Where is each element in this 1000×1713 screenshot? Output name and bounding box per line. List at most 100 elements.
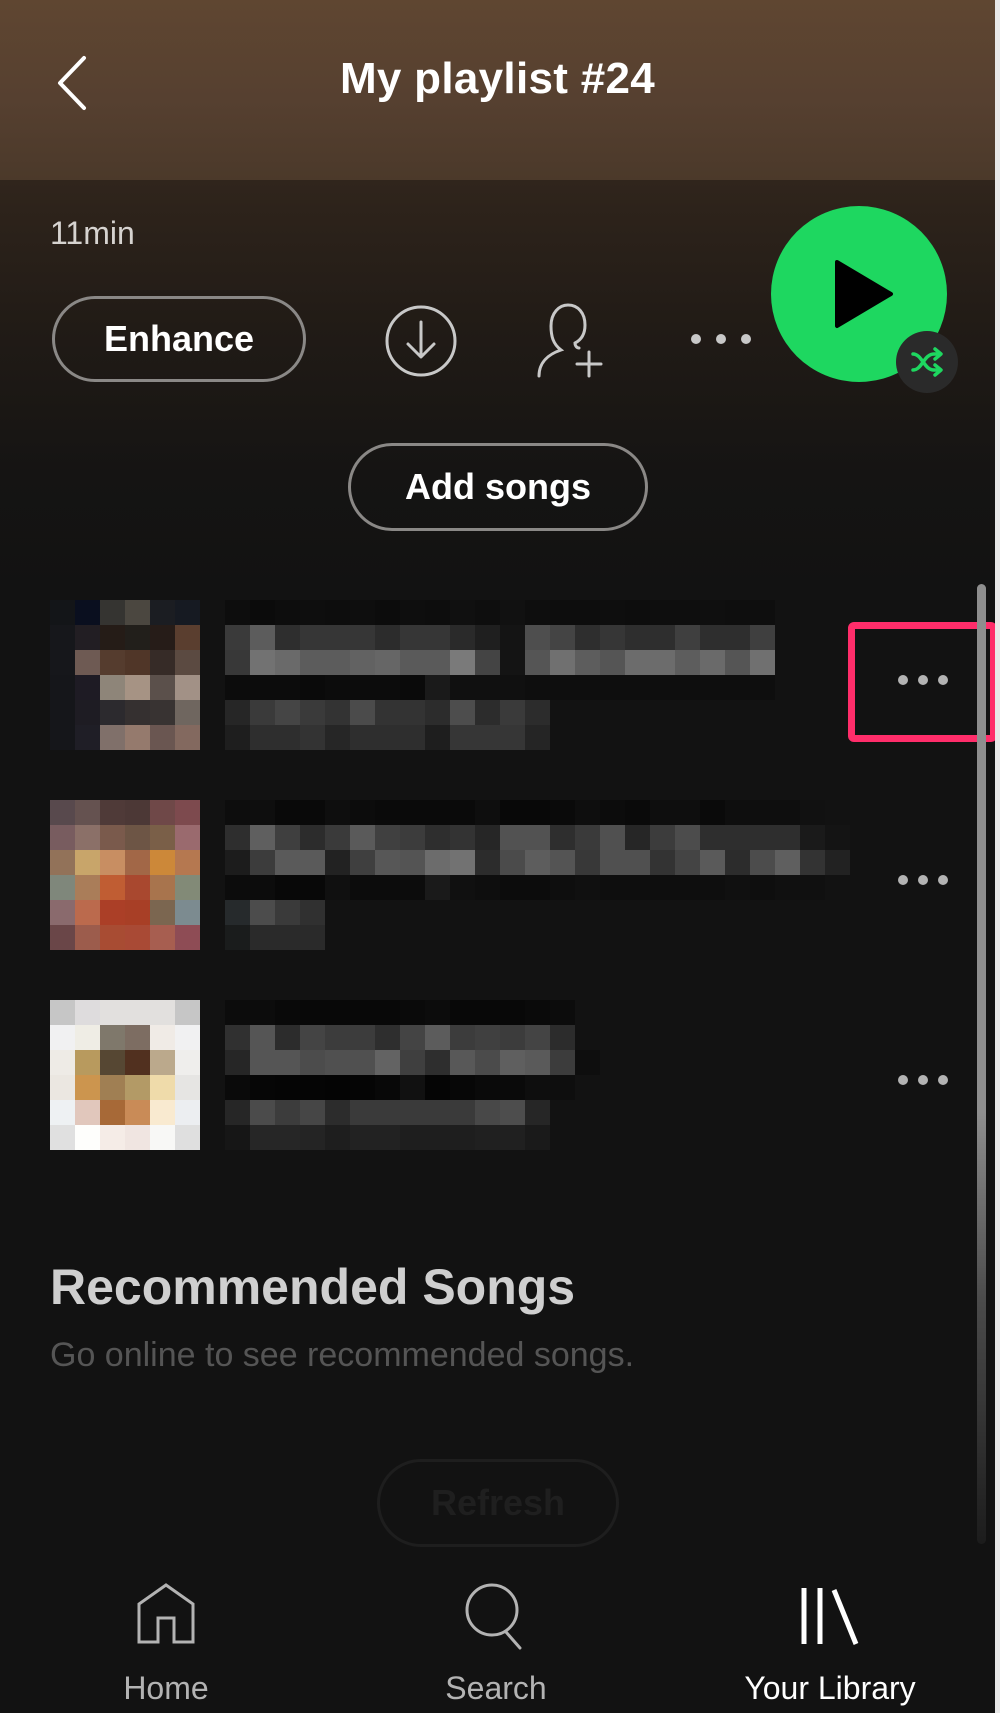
redacted-pixel: [225, 900, 250, 925]
redacted-pixel: [225, 925, 250, 950]
redacted-pixel: [650, 650, 675, 675]
redacted-pixel: [675, 650, 700, 675]
redacted-pixel: [650, 675, 675, 700]
album-art-pixel: [150, 1000, 175, 1025]
redacted-pixel: [375, 600, 400, 625]
album-art-pixel: [175, 700, 200, 725]
redacted-text-line: [225, 625, 775, 650]
redacted-pixel: [425, 600, 450, 625]
redacted-pixel: [350, 875, 375, 900]
redacted-pixel: [475, 1100, 500, 1125]
redacted-pixel: [450, 1025, 475, 1050]
album-art-pixel: [50, 1025, 75, 1050]
album-art-pixel: [150, 1025, 175, 1050]
download-button[interactable]: [384, 304, 458, 378]
redacted-pixel: [500, 850, 525, 875]
album-art-pixel: [50, 825, 75, 850]
redacted-pixel: [250, 650, 275, 675]
album-art: [50, 800, 200, 950]
redacted-pixel: [225, 625, 250, 650]
album-art-pixel: [125, 1075, 150, 1100]
redacted-pixel: [325, 650, 350, 675]
redacted-pixel: [675, 850, 700, 875]
album-art-pixel: [150, 875, 175, 900]
redacted-pixel: [375, 650, 400, 675]
enhance-button[interactable]: Enhance: [52, 296, 306, 382]
redacted-pixel: [725, 675, 750, 700]
redacted-pixel: [825, 875, 850, 900]
redacted-pixel: [325, 625, 350, 650]
redacted-pixel: [800, 875, 825, 900]
album-art-pixel: [50, 1100, 75, 1125]
redacted-pixel: [225, 1050, 250, 1075]
redacted-pixel: [525, 1075, 550, 1100]
redacted-pixel: [725, 800, 750, 825]
redacted-pixel: [300, 1050, 325, 1075]
track-row[interactable]: [0, 575, 995, 775]
redacted-pixel: [575, 1075, 600, 1100]
album-art-pixel: [100, 850, 125, 875]
redacted-pixel: [675, 875, 700, 900]
track-more-options-button[interactable]: [893, 1060, 953, 1100]
redacted-pixel: [425, 825, 450, 850]
redacted-text-line: [225, 1125, 550, 1150]
refresh-button[interactable]: Refresh: [377, 1459, 619, 1547]
album-art-pixel: [175, 900, 200, 925]
redacted-pixel: [500, 625, 525, 650]
album-art-pixel: [125, 1025, 150, 1050]
add-songs-button[interactable]: Add songs: [348, 443, 648, 531]
playlist-more-options-button[interactable]: [688, 322, 754, 356]
redacted-pixel: [275, 1075, 300, 1100]
redacted-pixel: [625, 625, 650, 650]
redacted-pixel: [275, 925, 300, 950]
nav-item-search[interactable]: Search: [366, 1560, 626, 1713]
redacted-pixel: [500, 1050, 525, 1075]
nav-label: Your Library: [744, 1670, 916, 1706]
redacted-pixel: [600, 600, 625, 625]
redacted-pixel: [550, 725, 575, 750]
nav-item-home[interactable]: Home: [36, 1560, 296, 1713]
redacted-pixel: [325, 1025, 350, 1050]
nav-item-your-library[interactable]: Your Library: [700, 1560, 960, 1713]
redacted-pixel: [675, 675, 700, 700]
album-art-pixel: [150, 725, 175, 750]
album-art-pixel: [50, 875, 75, 900]
redacted-pixel: [325, 1050, 350, 1075]
redacted-pixel: [400, 1025, 425, 1050]
album-art-pixel: [50, 1050, 75, 1075]
redacted-pixel: [475, 1075, 500, 1100]
redacted-pixel: [450, 850, 475, 875]
redacted-pixel: [575, 625, 600, 650]
redacted-pixel: [325, 800, 350, 825]
shuffle-button[interactable]: [896, 331, 958, 393]
album-art-pixel: [150, 625, 175, 650]
redacted-pixel: [425, 650, 450, 675]
header-bar: My playlist #24: [0, 0, 995, 180]
redacted-pixel: [450, 600, 475, 625]
track-row[interactable]: [0, 975, 995, 1175]
play-icon: [835, 260, 893, 328]
redacted-pixel: [250, 625, 275, 650]
track-row[interactable]: [0, 775, 995, 975]
redacted-pixel: [325, 725, 350, 750]
redacted-pixel: [225, 725, 250, 750]
add-collaborator-button[interactable]: [535, 300, 605, 380]
track-more-options-button[interactable]: [893, 660, 953, 700]
track-more-options-button[interactable]: [893, 860, 953, 900]
redacted-pixel: [475, 875, 500, 900]
redacted-pixel: [475, 1125, 500, 1150]
album-art: [50, 1000, 200, 1150]
redacted-pixel: [350, 625, 375, 650]
redacted-text-line: [225, 1000, 600, 1025]
redacted-pixel: [275, 1000, 300, 1025]
redacted-pixel: [425, 850, 450, 875]
album-art-pixel: [125, 1000, 150, 1025]
album-art-pixel: [75, 1100, 100, 1125]
scrollbar[interactable]: [977, 584, 986, 1544]
redacted-pixel: [225, 850, 250, 875]
redacted-pixel: [350, 600, 375, 625]
redacted-pixel: [300, 900, 325, 925]
album-art-pixel: [150, 600, 175, 625]
redacted-pixel: [300, 800, 325, 825]
redacted-pixel: [675, 600, 700, 625]
